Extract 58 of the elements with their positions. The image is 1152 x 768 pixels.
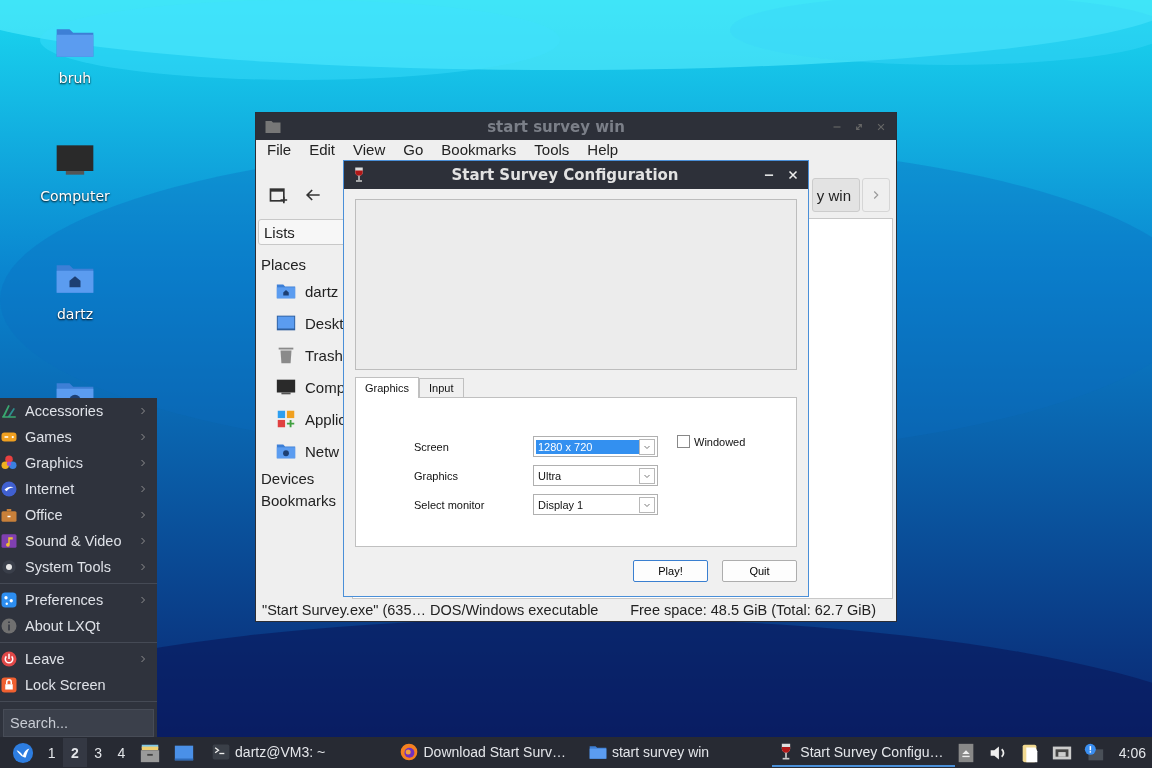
menu-item[interactable]: Games xyxy=(0,424,157,450)
menu-item[interactable]: Bookmarks xyxy=(432,141,526,158)
menu-item[interactable]: Office xyxy=(0,502,157,528)
dropdown[interactable]: Ultra xyxy=(533,465,658,486)
section-heading: Bookmarks xyxy=(260,490,338,511)
lock-icon xyxy=(0,676,18,694)
briefcase-icon xyxy=(0,506,18,524)
dialog-button[interactable]: Play! xyxy=(633,560,708,582)
task-button[interactable]: Download Start Surv… xyxy=(395,738,578,767)
tools-icon xyxy=(0,402,18,420)
menu-item[interactable]: Tools xyxy=(525,141,579,158)
window-title: Start Survey Configuration xyxy=(450,166,680,184)
task-button[interactable]: dartz@VM3: ~ xyxy=(207,738,390,767)
music-icon xyxy=(0,532,18,550)
status-text: "Start Survey.exe" (635… DOS/Windows executable xyxy=(262,602,599,618)
tab[interactable]: Input xyxy=(419,378,464,397)
menu-item[interactable]: Leave xyxy=(0,646,157,672)
setting-label: Graphics xyxy=(414,469,460,482)
dropdown[interactable]: Display 1 xyxy=(533,494,658,515)
windowed-checkbox[interactable]: Windowed xyxy=(677,435,796,448)
path-button[interactable]: y win xyxy=(811,178,860,212)
task-button[interactable]: Start Survey Configu… xyxy=(772,738,955,767)
menu-item[interactable]: Accessories xyxy=(0,398,157,424)
desktop-switcher-button[interactable]: 2 xyxy=(63,738,87,767)
window-title: start survey win xyxy=(486,117,626,136)
menu-item[interactable]: File xyxy=(258,141,301,158)
app-grid-icon xyxy=(275,408,297,430)
menu-item[interactable]: About LXQt xyxy=(0,613,157,639)
menu-item[interactable]: System Tools xyxy=(0,554,157,580)
menu-item[interactable]: View xyxy=(344,141,395,158)
clock[interactable]: 4:06 xyxy=(1118,744,1146,761)
menu-item[interactable]: Internet xyxy=(0,476,157,502)
menu-item[interactable]: Graphics xyxy=(0,450,157,476)
settings-icon xyxy=(0,591,18,609)
free-space-text: Free space: 48.5 GiB (Total: 62.7 GiB) xyxy=(630,602,876,618)
close-icon[interactable] xyxy=(786,168,800,182)
desktop-switcher-button[interactable]: 4 xyxy=(109,738,134,767)
task-button[interactable]: start survey win xyxy=(583,738,767,767)
section-heading: Places xyxy=(260,254,308,275)
new-tab-icon[interactable] xyxy=(268,185,288,205)
menu-item[interactable]: Preferences xyxy=(0,587,157,613)
tab[interactable]: Graphics xyxy=(355,377,420,398)
menu-item[interactable]: Lock Screen xyxy=(0,672,157,698)
menu-item[interactable]: Edit xyxy=(300,141,345,158)
color-wheel-icon xyxy=(0,454,18,472)
setting-label: Select monitor xyxy=(414,498,486,511)
desktop-switcher-button[interactable]: 1 xyxy=(40,738,64,767)
menu-item[interactable]: Help xyxy=(578,141,628,158)
globe-icon xyxy=(0,480,18,498)
desktop-switcher-button[interactable]: 3 xyxy=(86,738,110,767)
menu-item[interactable]: Go xyxy=(394,141,433,158)
setting-label: Screen xyxy=(414,440,450,453)
menu-item[interactable]: Sound & Video xyxy=(0,528,157,554)
icon-label[interactable]: dartz xyxy=(56,306,94,322)
dialog-button[interactable]: Quit xyxy=(722,560,797,582)
section-heading: Devices xyxy=(260,468,316,489)
search-field[interactable]: Search... xyxy=(3,709,154,737)
power-icon xyxy=(0,650,18,668)
